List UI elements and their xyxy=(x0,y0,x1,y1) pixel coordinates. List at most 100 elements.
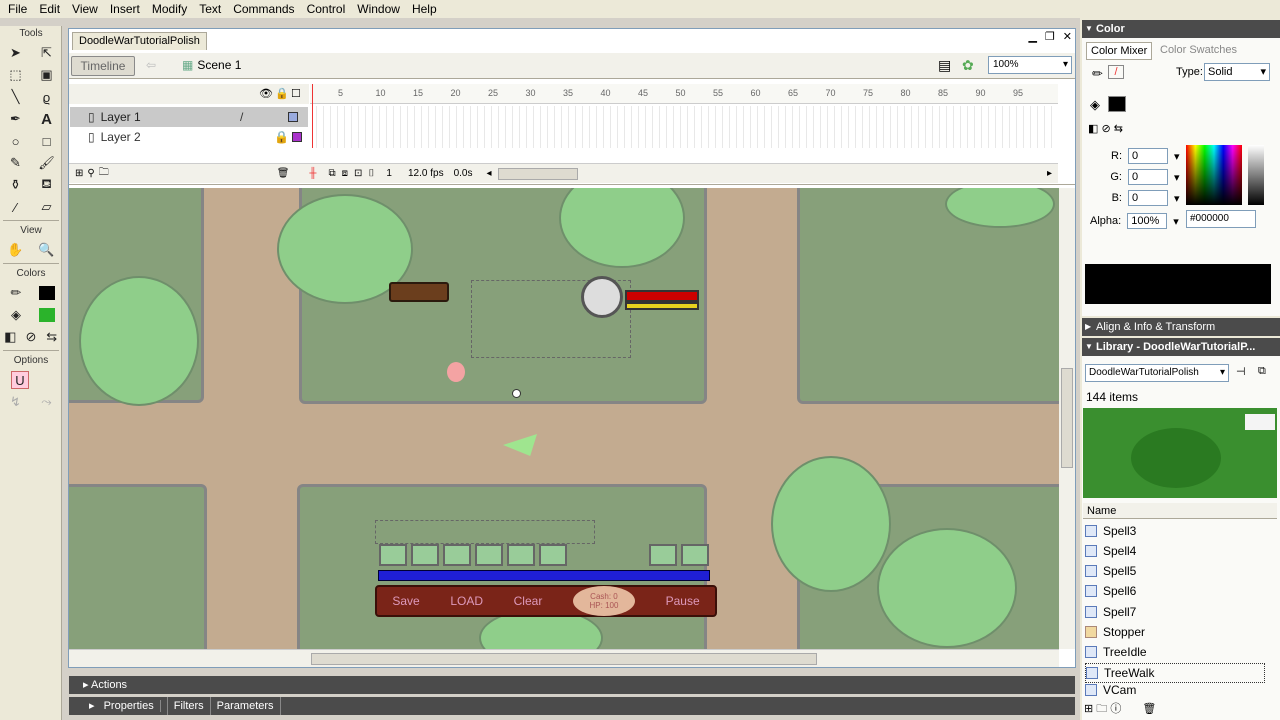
tab-color-mixer[interactable]: Color Mixer xyxy=(1086,42,1153,60)
zoom-select[interactable]: 100% ▾ xyxy=(988,56,1072,74)
alpha-input[interactable]: 100% xyxy=(1127,213,1168,229)
onion-markers-icon[interactable]: ⌷ xyxy=(368,168,374,179)
color-spectrum[interactable] xyxy=(1186,145,1242,205)
save-game-button[interactable]: Save xyxy=(392,594,419,608)
eye-icon[interactable]: 👁 xyxy=(259,87,273,100)
restore-icon[interactable]: ❐ xyxy=(1045,30,1055,43)
outline-icon[interactable]: ☐ xyxy=(291,87,301,100)
add-guide-icon[interactable]: ⚲ xyxy=(87,168,94,179)
edit-multiple-icon[interactable]: ⊡ xyxy=(354,168,362,179)
stroke-color-icon[interactable]: ✏ xyxy=(7,284,25,302)
chevron-down-icon[interactable]: ▾ xyxy=(1173,215,1179,228)
oval-tool-icon[interactable]: ○ xyxy=(7,132,25,150)
playhead[interactable] xyxy=(312,84,318,148)
zoom-tool-icon[interactable]: 🔍 xyxy=(38,241,56,259)
delete-layer-icon[interactable]: 🗑 xyxy=(277,168,290,179)
chevron-down-icon[interactable]: ▾ xyxy=(1174,192,1180,205)
menu-text[interactable]: Text xyxy=(193,0,227,18)
type-select[interactable]: Solid ▾ xyxy=(1204,63,1270,81)
color-options-icons[interactable]: ◧ ⊘ ⇆ xyxy=(1088,122,1123,135)
scroll-thumb[interactable] xyxy=(1061,368,1073,468)
blue-input[interactable]: 0 xyxy=(1128,190,1168,206)
actions-panel-header[interactable]: ▸ Actions xyxy=(69,676,1075,694)
brush-tool-icon[interactable]: 🖌 xyxy=(38,154,56,172)
pause-game-button[interactable]: Pause xyxy=(666,594,700,608)
lock-icon[interactable]: 🔒 xyxy=(275,87,289,100)
list-item[interactable]: Spell5 xyxy=(1085,561,1265,581)
layer-row-1[interactable]: ▯ Layer 1 / xyxy=(70,107,308,127)
list-item[interactable]: Spell3 xyxy=(1085,521,1265,541)
library-panel-header[interactable]: Library - DoodleWarTutorialP... xyxy=(1082,338,1280,356)
lock-icon[interactable]: 🔒 xyxy=(274,130,289,144)
clear-game-button[interactable]: Clear xyxy=(514,594,543,608)
list-item-selected[interactable]: TreeWalk xyxy=(1085,663,1265,683)
fill-color-icon[interactable]: ◈ xyxy=(7,306,25,324)
center-frame-icon[interactable]: ╫ xyxy=(309,168,316,179)
frame-grid[interactable] xyxy=(310,106,1058,148)
eyedropper-icon[interactable]: ⁄ xyxy=(7,198,25,216)
free-transform-icon[interactable]: ⬚ xyxy=(7,66,25,84)
layer-color-icon[interactable] xyxy=(292,132,302,142)
menu-file[interactable]: File xyxy=(2,0,33,18)
edit-scene-icon[interactable]: ▤ xyxy=(938,57,951,74)
brightness-slider[interactable] xyxy=(1248,145,1264,205)
frame-rate[interactable]: 12.0 fps xyxy=(408,168,444,179)
stroke-swatch[interactable]: / xyxy=(1108,65,1124,79)
scroll-left-icon[interactable]: ◂ xyxy=(486,168,491,179)
list-item[interactable]: TreeIdle xyxy=(1085,642,1265,662)
timeline-scrollbar[interactable] xyxy=(497,167,578,180)
subselection-tool-icon[interactable]: ⇱ xyxy=(38,44,56,62)
hand-tool-icon[interactable]: ✋ xyxy=(7,241,25,259)
fill-swatch[interactable] xyxy=(1108,96,1126,112)
timeline-toggle-button[interactable]: Timeline xyxy=(71,56,135,76)
pen-tool-icon[interactable]: ✒ xyxy=(7,110,25,128)
lasso-tool-icon[interactable]: ϱ xyxy=(38,88,56,106)
black-white-icon[interactable]: ◧ xyxy=(1,328,19,346)
edit-symbol-icon[interactable]: ✿ xyxy=(962,57,974,74)
document-tab[interactable]: DoodleWarTutorialPolish xyxy=(72,32,207,50)
list-item[interactable]: VCam xyxy=(1085,683,1265,697)
text-tool-icon[interactable]: A xyxy=(38,110,56,128)
chevron-down-icon[interactable]: ▾ xyxy=(1174,150,1180,163)
add-folder-icon[interactable]: 🗀 xyxy=(99,165,109,182)
fill-swatch[interactable] xyxy=(39,308,55,322)
menu-insert[interactable]: Insert xyxy=(104,0,146,18)
menu-modify[interactable]: Modify xyxy=(146,0,193,18)
fill-bucket-icon[interactable]: ◈ xyxy=(1090,97,1100,113)
align-panel-header[interactable]: Align & Info & Transform xyxy=(1082,318,1280,336)
stage-horizontal-scrollbar[interactable] xyxy=(69,649,1059,667)
snap-magnet-icon[interactable]: U xyxy=(11,371,29,389)
back-arrow-icon[interactable]: ⇦ xyxy=(146,58,156,72)
menu-help[interactable]: Help xyxy=(406,0,443,18)
scroll-thumb[interactable] xyxy=(311,653,817,665)
color-panel-header[interactable]: Color xyxy=(1082,20,1280,38)
list-item[interactable]: Spell6 xyxy=(1085,581,1265,601)
menu-edit[interactable]: Edit xyxy=(33,0,66,18)
tab-parameters[interactable]: Parameters xyxy=(211,697,281,715)
list-item[interactable]: Spell7 xyxy=(1085,602,1265,622)
menu-window[interactable]: Window xyxy=(351,0,406,18)
properties-icon[interactable]: ⓘ xyxy=(1110,703,1121,715)
layer-color-icon[interactable] xyxy=(288,112,298,122)
stroke-pencil-icon[interactable]: ✏ xyxy=(1092,66,1103,82)
onion-skin-icon[interactable]: ⧉ xyxy=(329,168,336,179)
delete-icon[interactable]: 🗑 xyxy=(1142,703,1156,715)
green-input[interactable]: 0 xyxy=(1128,169,1168,185)
rectangle-tool-icon[interactable]: □ xyxy=(38,132,56,150)
scroll-right-icon[interactable]: ▸ xyxy=(1047,168,1052,179)
tab-color-swatches[interactable]: Color Swatches xyxy=(1156,42,1241,58)
menu-view[interactable]: View xyxy=(66,0,104,18)
line-tool-icon[interactable]: ╲ xyxy=(7,88,25,106)
pin-icon[interactable]: ⊣ xyxy=(1236,365,1246,378)
close-icon[interactable]: ✕ xyxy=(1063,30,1072,43)
load-game-button[interactable]: LOAD xyxy=(450,594,483,608)
minimize-icon[interactable]: ▁ xyxy=(1028,30,1036,43)
eraser-icon[interactable]: ▱ xyxy=(38,198,56,216)
menu-control[interactable]: Control xyxy=(301,0,352,18)
hex-input[interactable]: #000000 xyxy=(1186,210,1256,228)
stage-vertical-scrollbar[interactable] xyxy=(1059,188,1075,649)
pencil-tool-icon[interactable]: ✎ xyxy=(7,154,25,172)
library-select[interactable]: DoodleWarTutorialPolish ▾ xyxy=(1085,364,1229,382)
new-symbol-icon[interactable]: ⊞ xyxy=(1084,703,1093,715)
list-item[interactable]: Stopper xyxy=(1085,622,1265,642)
